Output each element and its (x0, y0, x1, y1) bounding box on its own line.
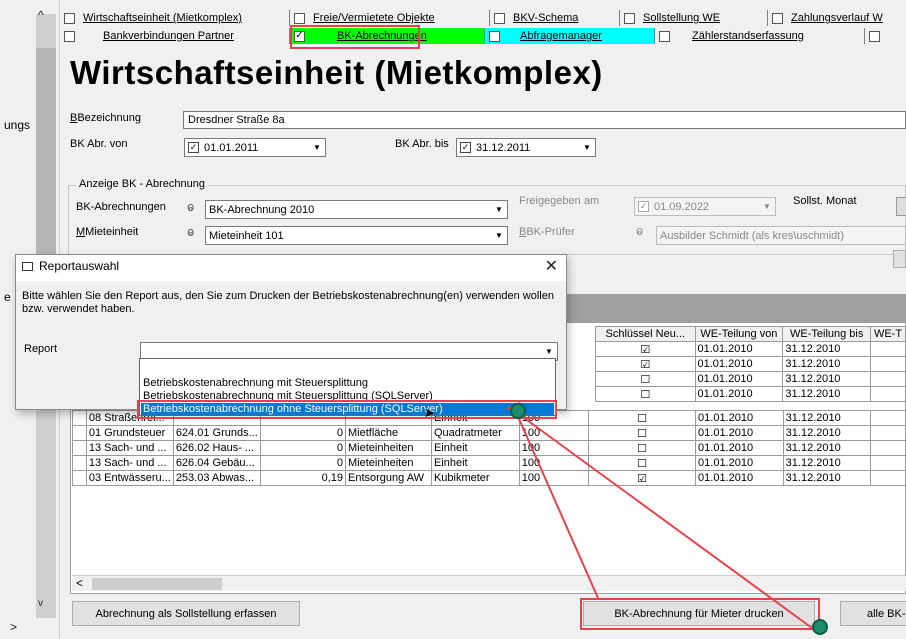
cursor-marker-icon (812, 619, 828, 635)
arrow-line (515, 411, 813, 629)
annotation-arrows (506, 402, 813, 629)
mouse-pointer-icon: ➤ (424, 405, 435, 420)
arrow-line (515, 411, 599, 599)
cursor-marker-icon (510, 403, 526, 419)
